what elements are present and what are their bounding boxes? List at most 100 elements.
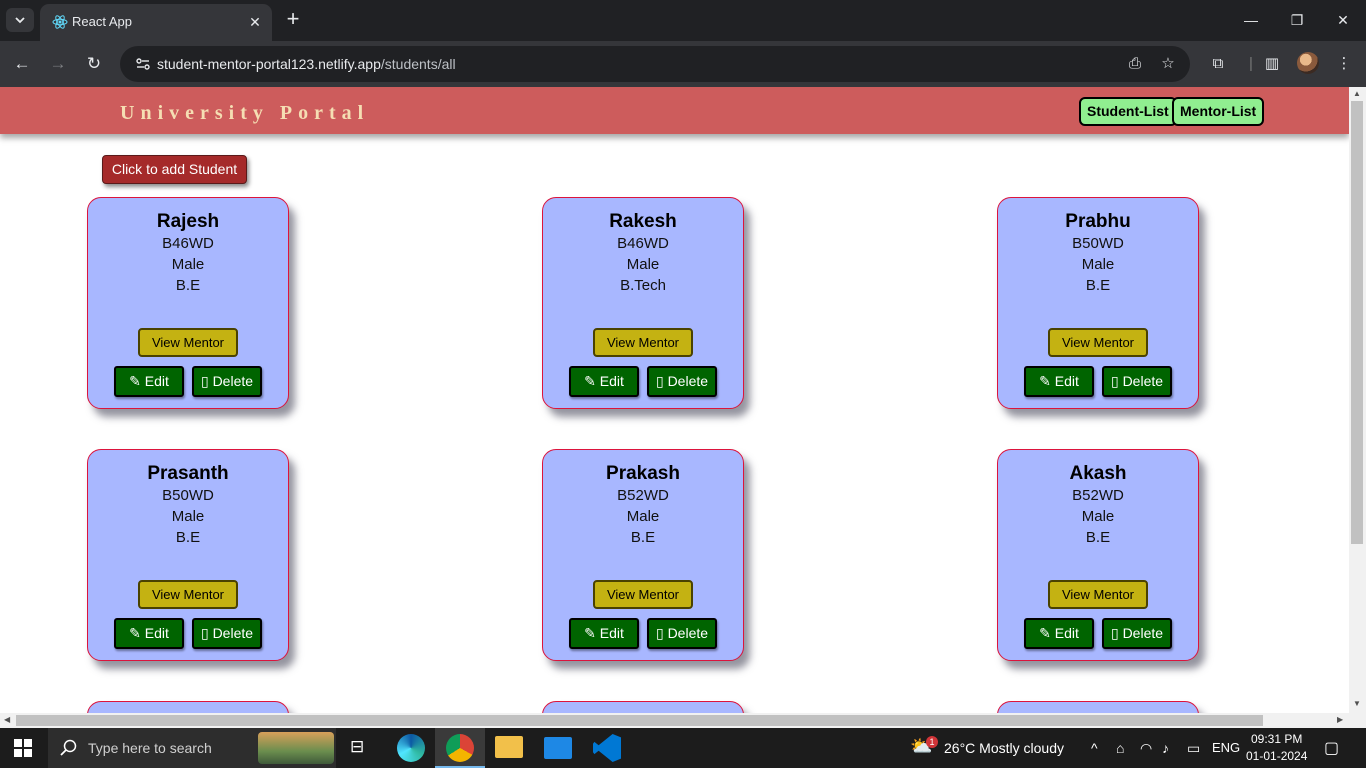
chevron-down-icon	[15, 17, 25, 24]
delete-button[interactable]: ▯ Delete	[647, 618, 717, 649]
mentor-list-link[interactable]: Mentor-List	[1172, 97, 1265, 126]
trash-icon: ▯	[200, 373, 213, 389]
chrome-taskbar-slot[interactable]	[435, 728, 485, 768]
student-batch: B52WD	[617, 487, 669, 504]
back-arrow-icon[interactable]: ←	[8, 50, 36, 78]
browser-tab-strip: React App ✕ + — ❐ ✕	[0, 0, 1366, 41]
view-mentor-button[interactable]: View Mentor	[1048, 580, 1148, 609]
pencil-icon: ✎	[584, 373, 600, 389]
windows-taskbar: Type here to search ⊟ ⛅ 1 26°C Mostly cl…	[0, 728, 1366, 768]
trash-icon: ▯	[200, 625, 213, 641]
mail-icon[interactable]	[544, 737, 572, 759]
student-card: Prakash B52WD Male B.E View Mentor ✎ Edi…	[542, 449, 744, 661]
side-panel-icon[interactable]: ▥	[1261, 53, 1283, 75]
extensions-icon[interactable]: ⧉	[1207, 53, 1229, 75]
pencil-icon: ✎	[584, 625, 600, 641]
language-indicator[interactable]: ENG	[1212, 740, 1240, 755]
windows-start-icon[interactable]	[14, 739, 32, 757]
vertical-scrollbar[interactable]: ▲ ▼	[1349, 87, 1366, 713]
trash-icon: ▯	[655, 625, 668, 641]
delete-button[interactable]: ▯ Delete	[1102, 366, 1172, 397]
student-degree: B.Tech	[620, 277, 666, 294]
clock[interactable]: 09:31 PM 01-01-2024	[1246, 731, 1307, 765]
edit-button[interactable]: ✎ Edit	[569, 366, 639, 397]
forward-arrow-icon[interactable]: →	[44, 50, 72, 78]
vscode-icon[interactable]	[593, 734, 621, 762]
delete-label: Delete	[1122, 373, 1164, 389]
active-tab[interactable]: React App ✕	[40, 4, 272, 41]
student-card: Rajesh B46WD Male B.E View Mentor ✎ Edit…	[87, 197, 289, 409]
pencil-icon: ✎	[1039, 373, 1055, 389]
delete-label: Delete	[667, 373, 709, 389]
divider: |	[1249, 55, 1253, 72]
scroll-down-icon[interactable]: ▼	[1353, 699, 1361, 708]
install-app-icon[interactable]: ⎙	[1125, 54, 1145, 74]
delete-button[interactable]: ▯ Delete	[192, 618, 262, 649]
student-name: Rakesh	[609, 211, 677, 232]
profile-avatar[interactable]	[1297, 52, 1319, 74]
battery-icon[interactable]: ▭	[1187, 740, 1200, 757]
view-mentor-button[interactable]: View Mentor	[1048, 328, 1148, 357]
notifications-icon[interactable]: ▢	[1324, 738, 1339, 758]
add-student-button[interactable]: Click to add Student	[102, 155, 247, 184]
scroll-up-icon[interactable]: ▲	[1353, 89, 1361, 98]
view-mentor-button[interactable]: View Mentor	[593, 328, 693, 357]
close-window-icon[interactable]: ✕	[1320, 0, 1366, 40]
address-bar[interactable]: student-mentor-portal123.netlify.app/stu…	[120, 46, 1190, 82]
student-card-partial	[87, 701, 289, 713]
close-tab-icon[interactable]: ✕	[245, 12, 265, 32]
student-card: Prabhu B50WD Male B.E View Mentor ✎ Edit…	[997, 197, 1199, 409]
student-list-link[interactable]: Student-List	[1079, 97, 1177, 126]
edit-button[interactable]: ✎ Edit	[1024, 618, 1094, 649]
weather-text[interactable]: 26°C Mostly cloudy	[944, 740, 1064, 756]
edit-label: Edit	[1054, 625, 1079, 641]
view-mentor-button[interactable]: View Mentor	[138, 580, 238, 609]
student-name: Prabhu	[1065, 211, 1131, 232]
minimize-icon[interactable]: —	[1228, 0, 1274, 40]
scrollbar-thumb[interactable]	[16, 715, 1263, 726]
edit-button[interactable]: ✎ Edit	[114, 366, 184, 397]
delete-button[interactable]: ▯ Delete	[192, 366, 262, 397]
pencil-icon: ✎	[1039, 625, 1055, 641]
meet-now-icon[interactable]: ⌂	[1116, 740, 1124, 756]
file-explorer-icon[interactable]	[495, 736, 523, 758]
delete-label: Delete	[667, 625, 709, 641]
student-batch: B46WD	[162, 235, 214, 252]
edit-button[interactable]: ✎ Edit	[569, 618, 639, 649]
view-mentor-button[interactable]: View Mentor	[593, 580, 693, 609]
edge-browser-icon[interactable]	[397, 734, 425, 762]
student-gender: Male	[626, 256, 660, 273]
speaker-icon[interactable]: ♪	[1162, 740, 1169, 756]
student-batch: B50WD	[162, 487, 214, 504]
kebab-menu-icon[interactable]: ⋮	[1333, 53, 1355, 75]
student-gender: Male	[1081, 256, 1115, 273]
tab-search-button[interactable]	[6, 8, 34, 32]
student-degree: B.E	[1085, 529, 1111, 546]
delete-label: Delete	[1122, 625, 1164, 641]
wifi-icon[interactable]: ◠	[1140, 740, 1152, 757]
app-header: University Portal Student-List Mentor-Li…	[0, 87, 1349, 134]
edit-button[interactable]: ✎ Edit	[1024, 366, 1094, 397]
delete-button[interactable]: ▯ Delete	[647, 366, 717, 397]
horizontal-scrollbar[interactable]: ◀ ▶	[0, 713, 1366, 728]
student-gender: Male	[171, 508, 205, 525]
delete-label: Delete	[212, 625, 254, 641]
scrollbar-thumb[interactable]	[1351, 101, 1363, 544]
brand-title: University Portal	[120, 102, 370, 124]
new-tab-icon[interactable]: +	[282, 8, 304, 31]
restore-icon[interactable]: ❐	[1274, 0, 1320, 40]
trash-icon: ▯	[1110, 625, 1123, 641]
scroll-right-icon[interactable]: ▶	[1337, 715, 1343, 724]
delete-button[interactable]: ▯ Delete	[1102, 618, 1172, 649]
view-mentor-button[interactable]: View Mentor	[138, 328, 238, 357]
task-view-icon[interactable]: ⊟	[350, 737, 364, 757]
scroll-left-icon[interactable]: ◀	[4, 715, 10, 724]
taskbar-search-box[interactable]: Type here to search	[48, 728, 336, 768]
student-name: Akash	[1069, 463, 1127, 484]
edit-button[interactable]: ✎ Edit	[114, 618, 184, 649]
site-settings-icon[interactable]	[134, 55, 152, 73]
student-degree: B.E	[175, 529, 201, 546]
reload-icon[interactable]: ↻	[80, 50, 108, 78]
chevron-up-icon[interactable]: ^	[1091, 740, 1098, 756]
bookmark-star-icon[interactable]: ☆	[1158, 54, 1178, 74]
